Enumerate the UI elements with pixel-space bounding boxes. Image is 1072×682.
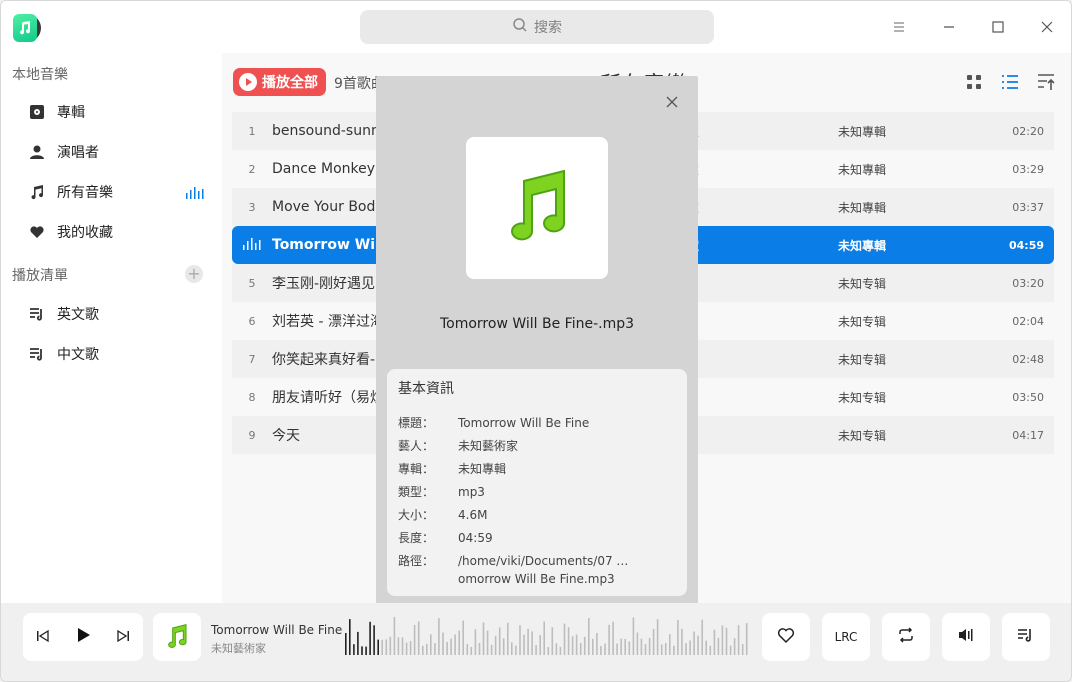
sidebar-item-favorites[interactable]: 我的收藏 [29, 219, 209, 245]
dialog-filename: Tomorrow Will Be Fine-.mp3 [439, 316, 635, 332]
search-input[interactable]: 搜索 [360, 10, 714, 44]
basic-info-panel: 基本資訊 標題： Tomorrow Will Be Fine 藝人： 未知藝術家… [387, 369, 687, 596]
sidebar-item-artist[interactable]: 演唱者 [29, 139, 209, 165]
album-icon [29, 104, 45, 120]
repeat-button[interactable] [882, 613, 930, 661]
play-all-button[interactable]: 播放全部 [233, 68, 326, 96]
sidebar-item-label: 我的收藏 [57, 225, 113, 241]
basic-info-title: 基本資訊 [398, 381, 454, 397]
sidebar: 本地音樂 專輯 演唱者 所有音樂 我的收藏 播放清單 + 英文歌 中文歌 [1, 53, 222, 603]
playlist-icon [1017, 626, 1035, 648]
song-info-dialog: Tomorrow Will Be Fine-.mp3 基本資訊 標題： Tomo… [376, 76, 698, 607]
sidebar-item-label: 英文歌 [57, 307, 99, 323]
local-music-header: 本地音樂 [12, 67, 68, 83]
now-playing-artist: 未知藝術家 [211, 642, 266, 655]
heart-icon [29, 224, 45, 240]
grid-view-icon[interactable] [965, 73, 983, 91]
play-icon[interactable] [75, 627, 91, 647]
sidebar-item-album[interactable]: 專輯 [29, 99, 209, 125]
info-row-size: 大小： 4.6M [398, 508, 488, 522]
music-note-icon [29, 184, 45, 200]
play-queue-button[interactable] [1002, 613, 1050, 661]
previous-icon[interactable] [36, 628, 50, 647]
title-bar: 搜索 [1, 1, 1071, 53]
sidebar-item-label: 中文歌 [57, 347, 99, 363]
sidebar-item-chinese-songs[interactable]: 中文歌 [29, 341, 209, 367]
playlist-header: 播放清單 [12, 268, 68, 284]
now-playing-eq-icon [186, 187, 204, 199]
music-app-window: 搜索 本地音樂 專輯 演唱者 所有音樂 我的收藏 播放清單 + 英文歌 中文歌 … [0, 0, 1072, 682]
sidebar-item-label: 所有音樂 [57, 185, 113, 201]
waveform-progress[interactable] [345, 615, 751, 659]
search-placeholder: 搜索 [534, 20, 562, 36]
album-cover [466, 137, 608, 279]
sidebar-item-label: 演唱者 [57, 145, 99, 161]
info-row-artist: 藝人： 未知藝術家 [398, 439, 519, 453]
playlist-icon [29, 346, 45, 362]
next-icon[interactable] [116, 628, 130, 647]
playlist-icon [29, 306, 45, 322]
sidebar-item-english-songs[interactable]: 英文歌 [29, 301, 209, 327]
play-all-label: 播放全部 [262, 75, 318, 91]
minimize-icon[interactable] [937, 15, 961, 39]
close-window-icon[interactable] [1035, 15, 1059, 39]
sort-icon[interactable] [1037, 73, 1055, 91]
heart-outline-icon [777, 626, 795, 648]
info-row-type: 類型： mp3 [398, 485, 485, 499]
list-view-icon[interactable] [1001, 73, 1019, 91]
now-playing-eq-icon [232, 237, 272, 253]
play-circle-icon [239, 73, 257, 91]
add-playlist-button[interactable]: + [185, 265, 203, 283]
info-row-album: 專輯： 未知專輯 [398, 462, 507, 476]
player-bar: Tomorrow Will Be Fine 未知藝術家 LRC [1, 603, 1071, 681]
lyrics-button[interactable]: LRC [822, 613, 870, 661]
music-note-icon [168, 624, 187, 648]
info-row-length: 長度： 04:59 [398, 531, 493, 545]
sidebar-item-label: 專輯 [57, 105, 85, 121]
search-icon [512, 17, 528, 37]
volume-icon [957, 626, 975, 648]
now-playing-title: Tomorrow Will Be Fine [211, 623, 343, 637]
maximize-icon[interactable] [986, 15, 1010, 39]
volume-button[interactable] [942, 613, 990, 661]
music-note-icon [511, 169, 566, 241]
sidebar-item-all-music[interactable]: 所有音樂 [29, 179, 209, 205]
favorite-button[interactable] [762, 613, 810, 661]
transport-controls [23, 613, 143, 661]
menu-icon[interactable] [887, 15, 911, 39]
person-icon [29, 144, 45, 160]
app-logo-icon [13, 14, 41, 42]
close-icon[interactable] [664, 94, 680, 110]
repeat-icon [897, 626, 915, 648]
info-row-path: 路徑： /home/viki/Documents/07 …omorrow Wil… [398, 554, 629, 586]
now-playing-cover[interactable] [153, 613, 201, 661]
info-row-title: 標題： Tomorrow Will Be Fine [398, 416, 590, 430]
